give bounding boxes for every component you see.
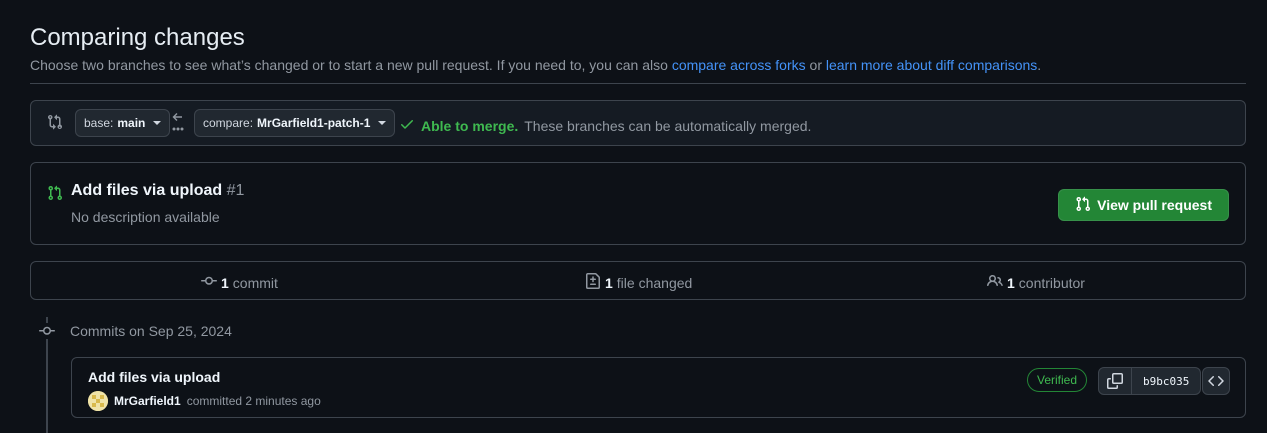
commits-date-heading: Commits on Sep 25, 2024 xyxy=(70,323,232,339)
git-commit-icon xyxy=(201,273,217,292)
files-count: 1 xyxy=(605,274,613,291)
code-icon[interactable] xyxy=(1202,367,1230,395)
compare-branch-button[interactable]: compare: MrGarfield1-patch-1 xyxy=(194,109,396,137)
git-commit-icon xyxy=(39,323,55,339)
base-branch-name: main xyxy=(117,116,146,130)
commit-sha-link[interactable]: b9bc035 xyxy=(1132,368,1200,394)
files-changed-stat[interactable]: 1 file changed xyxy=(585,273,692,292)
pr-title-text[interactable]: Add files via upload xyxy=(71,182,222,199)
compare-branch-name: MrGarfield1-patch-1 xyxy=(257,116,371,130)
learn-more-link[interactable]: learn more about diff comparisons xyxy=(826,57,1037,73)
commit-meta: MrGarfield1 committed 2 minutes ago xyxy=(88,391,321,411)
existing-pull-request: Add files via upload #1 No description a… xyxy=(30,162,1246,245)
people-icon xyxy=(987,273,1003,292)
compare-forks-link[interactable]: compare across forks xyxy=(672,57,806,73)
contributors-stat[interactable]: 1 contributor xyxy=(987,273,1085,292)
merge-ok-text: Able to merge. xyxy=(421,117,519,134)
file-diff-icon xyxy=(585,273,601,292)
commit-action: committed 2 minutes ago xyxy=(186,394,321,408)
header-divider xyxy=(30,83,1246,84)
commit-title[interactable]: Add files via upload xyxy=(88,369,220,385)
subtitle-or: or xyxy=(805,57,826,73)
commit-author[interactable]: MrGarfield1 xyxy=(114,394,181,408)
merge-status: Able to merge. These branches can be aut… xyxy=(399,116,811,135)
git-compare-icon xyxy=(47,114,63,130)
verified-badge[interactable]: Verified xyxy=(1027,368,1088,392)
chevron-down-icon xyxy=(153,121,162,125)
commit-sha-group: b9bc035 xyxy=(1098,367,1202,395)
view-pull-request-label: View pull request xyxy=(1097,197,1212,213)
base-prefix: base: xyxy=(84,116,114,130)
base-branch-button[interactable]: base: main xyxy=(75,109,171,137)
commits-stat[interactable]: 1 commit xyxy=(201,273,278,292)
avatar[interactable] xyxy=(88,391,108,411)
pr-number: #1 xyxy=(226,182,245,199)
subtitle-text: Choose two branches to see what’s change… xyxy=(30,57,672,73)
range-editor: base: main compare: MrGarfield1-patch-1 … xyxy=(30,100,1246,146)
copy-icon[interactable] xyxy=(1099,368,1132,394)
pr-description: No description available xyxy=(71,209,220,225)
commit-list-item: Add files via upload MrGarfield1 committ… xyxy=(71,357,1246,418)
git-pull-request-icon xyxy=(47,185,63,201)
compare-stats: 1 commit 1 file changed 1 contributor xyxy=(30,261,1246,300)
merge-desc-text: These branches can be automatically merg… xyxy=(524,117,812,134)
commits-count: 1 xyxy=(221,274,229,291)
subtitle-end: . xyxy=(1037,57,1042,73)
git-pull-request-icon xyxy=(1075,196,1091,215)
commits-label: commit xyxy=(232,274,278,291)
chevron-down-icon xyxy=(378,121,387,125)
arrow-left-icon xyxy=(171,111,185,131)
contributors-count: 1 xyxy=(1007,274,1015,291)
check-icon xyxy=(399,116,415,135)
view-pull-request-button[interactable]: View pull request xyxy=(1058,189,1229,221)
contributors-label: contributor xyxy=(1018,274,1085,291)
page-subtitle: Choose two branches to see what’s change… xyxy=(30,57,1041,73)
page-title: Comparing changes xyxy=(30,24,245,51)
files-label: file changed xyxy=(616,274,693,291)
pr-title: Add files via upload #1 xyxy=(71,182,244,200)
compare-prefix: compare: xyxy=(203,116,254,130)
